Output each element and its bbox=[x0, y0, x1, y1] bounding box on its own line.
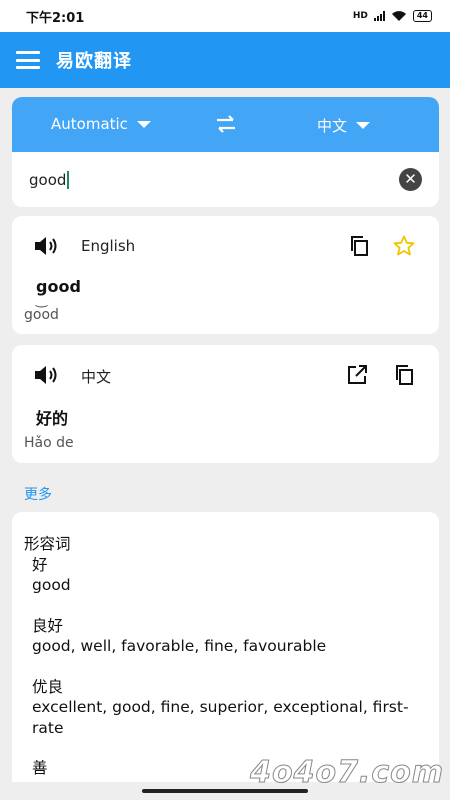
source-text-value: good bbox=[29, 170, 67, 189]
result-language-label: English bbox=[81, 237, 136, 255]
network-type-label: HD bbox=[352, 11, 368, 21]
pinyin-text: Hǎo de bbox=[24, 435, 74, 451]
copy-icon[interactable] bbox=[348, 234, 372, 258]
signal-icon bbox=[373, 11, 385, 21]
menu-icon[interactable] bbox=[16, 51, 40, 69]
phonetic-text: go͝od bbox=[24, 307, 59, 323]
dictionary-term: 优良 bbox=[32, 677, 64, 696]
text-cursor bbox=[67, 170, 70, 189]
dictionary-card: 形容词 好 good 良好 good, well, favorable, fin… bbox=[12, 512, 439, 782]
copy-icon[interactable] bbox=[393, 363, 417, 387]
watermark-logo: 4o4o7.com bbox=[250, 755, 444, 791]
language-bar: Automatic 中文 bbox=[12, 97, 439, 152]
part-of-speech: 形容词 bbox=[24, 535, 71, 553]
translated-word: good bbox=[36, 277, 81, 296]
source-text-input[interactable]: good ✕ bbox=[12, 152, 439, 207]
status-time: 下午2:01 bbox=[26, 10, 85, 26]
swap-languages-icon[interactable] bbox=[215, 114, 237, 134]
app-title: 易欧翻译 bbox=[56, 51, 132, 72]
target-language-selector[interactable]: 中文 bbox=[317, 115, 371, 136]
result-language-label: 中文 bbox=[81, 368, 112, 386]
speaker-icon[interactable] bbox=[34, 363, 62, 387]
wifi-icon bbox=[391, 11, 406, 21]
app-bar: 易欧翻译 bbox=[0, 32, 450, 88]
star-icon[interactable] bbox=[392, 234, 416, 258]
clear-input-icon[interactable]: ✕ bbox=[399, 168, 422, 191]
source-language-label: Automatic bbox=[51, 115, 128, 133]
dictionary-gloss: excellent, good, fine, superior, excepti… bbox=[32, 698, 409, 737]
home-indicator[interactable] bbox=[142, 789, 308, 793]
dictionary-term: 好 bbox=[32, 555, 48, 574]
source-language-selector[interactable]: Automatic bbox=[51, 115, 151, 133]
dictionary-gloss: good bbox=[32, 576, 71, 594]
dictionary-term: 良好 bbox=[32, 616, 64, 635]
translation-input-card: Automatic 中文 good ✕ bbox=[12, 97, 439, 207]
dictionary-gloss: good, well, favorable, fine, favourable bbox=[32, 637, 327, 655]
target-language-label: 中文 bbox=[317, 117, 348, 135]
chevron-down-icon bbox=[356, 122, 371, 129]
more-link[interactable]: 更多 bbox=[24, 484, 52, 504]
status-icons: HD 44 bbox=[353, 10, 432, 22]
chinese-result-card: 中文 好的 Hǎo de bbox=[12, 345, 439, 463]
open-external-icon[interactable] bbox=[345, 363, 369, 387]
speaker-icon[interactable] bbox=[34, 234, 62, 258]
translated-word: 好的 bbox=[36, 409, 69, 428]
english-result-card: English good go͝od bbox=[12, 216, 439, 334]
status-bar: 下午2:01 HD 44 bbox=[0, 0, 450, 32]
chevron-down-icon bbox=[136, 120, 151, 128]
battery-icon: 44 bbox=[412, 10, 432, 22]
